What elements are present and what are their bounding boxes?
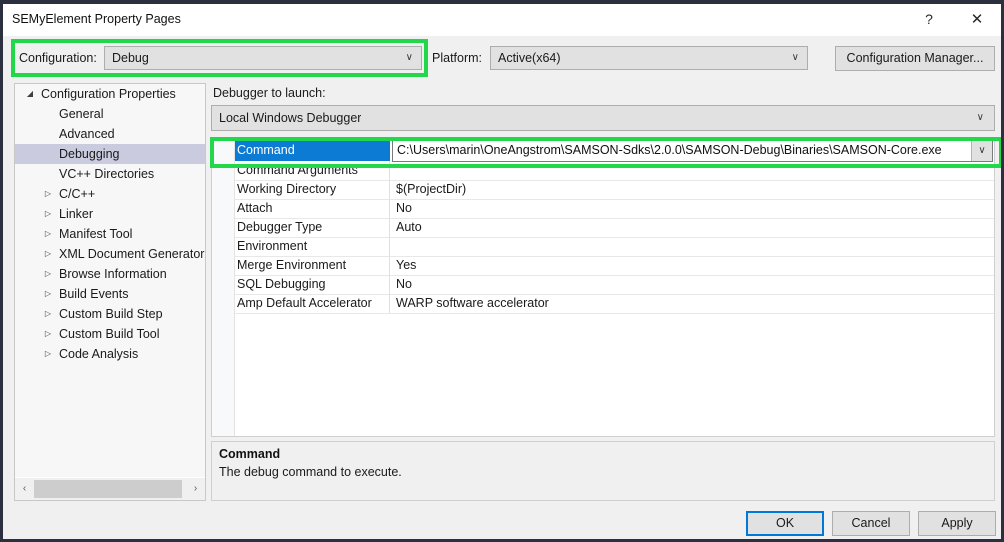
sidebar-item-label: Linker bbox=[59, 204, 93, 224]
sidebar-item-custom-build-tool[interactable]: ▷Custom Build Tool bbox=[15, 324, 205, 344]
property-row[interactable]: Merge EnvironmentYes bbox=[235, 256, 994, 276]
scroll-left-icon[interactable]: ‹ bbox=[16, 478, 33, 500]
tree-expanded-icon[interactable]: ◢ bbox=[23, 84, 37, 104]
sidebar-item-label: Custom Build Step bbox=[59, 304, 163, 324]
scroll-right-icon[interactable]: › bbox=[187, 478, 204, 500]
configuration-dropdown[interactable]: Debug ∨ bbox=[104, 46, 422, 70]
tree-collapsed-icon[interactable]: ▷ bbox=[41, 184, 55, 204]
sidebar-item-manifest-tool[interactable]: ▷Manifest Tool bbox=[15, 224, 205, 244]
sidebar-item-configuration-properties[interactable]: ◢Configuration Properties bbox=[15, 84, 205, 104]
command-value-input[interactable]: C:\Users\marin\OneAngstrom\SAMSON-Sdks\2… bbox=[397, 140, 968, 161]
description-title: Command bbox=[219, 447, 280, 461]
property-grid-gutter bbox=[212, 140, 235, 436]
configuration-label: Configuration: bbox=[19, 51, 97, 65]
sidebar-item-label: Configuration Properties bbox=[41, 84, 176, 104]
debugger-to-launch-label: Debugger to launch: bbox=[213, 86, 326, 100]
property-name[interactable]: Command Arguments bbox=[235, 161, 390, 180]
property-row[interactable]: Command C:\Users\marin\OneAngstrom\SAMSON… bbox=[235, 140, 994, 161]
platform-label: Platform: bbox=[432, 51, 482, 65]
property-value[interactable] bbox=[392, 237, 994, 256]
debugger-to-launch-value: Local Windows Debugger bbox=[219, 106, 361, 130]
sidebar-item-c-c[interactable]: ▷C/C++ bbox=[15, 184, 205, 204]
property-value[interactable]: Auto bbox=[392, 218, 994, 237]
window-title: SEMyElement Property Pages bbox=[12, 12, 181, 26]
sidebar-item-vc-directories[interactable]: VC++ Directories bbox=[15, 164, 205, 184]
sidebar-item-code-analysis[interactable]: ▷Code Analysis bbox=[15, 344, 205, 364]
title-bar: SEMyElement Property Pages ? ✕ bbox=[3, 4, 1001, 36]
property-row[interactable]: Environment bbox=[235, 237, 994, 257]
property-row[interactable]: Debugger TypeAuto bbox=[235, 218, 994, 238]
sidebar-item-label: Debugging bbox=[59, 144, 119, 164]
property-row[interactable]: Working Directory$(ProjectDir) bbox=[235, 180, 994, 200]
property-name[interactable]: Debugger Type bbox=[235, 218, 390, 237]
cancel-button[interactable]: Cancel bbox=[832, 511, 910, 536]
property-value[interactable]: No bbox=[392, 275, 994, 294]
sidebar-item-custom-build-step[interactable]: ▷Custom Build Step bbox=[15, 304, 205, 324]
sidebar-item-general[interactable]: General bbox=[15, 104, 205, 124]
configuration-tree-panel: ◢Configuration PropertiesGeneralAdvanced… bbox=[14, 83, 206, 501]
debugger-to-launch-dropdown[interactable]: Local Windows Debugger ∨ bbox=[211, 105, 995, 131]
configuration-manager-button[interactable]: Configuration Manager... bbox=[835, 46, 995, 71]
property-value[interactable]: No bbox=[392, 199, 994, 218]
description-text: The debug command to execute. bbox=[219, 465, 402, 479]
platform-dropdown[interactable]: Active(x64) ∨ bbox=[490, 46, 808, 70]
close-icon[interactable]: ✕ bbox=[955, 4, 999, 35]
property-row[interactable]: Amp Default AcceleratorWARP software acc… bbox=[235, 294, 994, 314]
sidebar-item-build-events[interactable]: ▷Build Events bbox=[15, 284, 205, 304]
property-name[interactable]: SQL Debugging bbox=[235, 275, 390, 294]
ok-button[interactable]: OK bbox=[746, 511, 824, 536]
tree-collapsed-icon[interactable]: ▷ bbox=[41, 264, 55, 284]
tree-collapsed-icon[interactable]: ▷ bbox=[41, 204, 55, 224]
sidebar-item-label: Manifest Tool bbox=[59, 224, 132, 244]
property-name[interactable]: Environment bbox=[235, 237, 390, 256]
sidebar-item-debugging[interactable]: Debugging bbox=[15, 144, 205, 164]
property-name[interactable]: Command bbox=[235, 140, 390, 161]
property-row[interactable]: Command Arguments bbox=[235, 161, 994, 181]
description-pane: Command The debug command to execute. bbox=[211, 441, 995, 501]
tree-collapsed-icon[interactable]: ▷ bbox=[41, 224, 55, 244]
configuration-value: Debug bbox=[112, 47, 149, 69]
sidebar-item-browse-information[interactable]: ▷Browse Information bbox=[15, 264, 205, 284]
sidebar-item-label: Custom Build Tool bbox=[59, 324, 160, 344]
property-value[interactable]: WARP software accelerator bbox=[392, 294, 994, 313]
command-value-editor[interactable]: C:\Users\marin\OneAngstrom\SAMSON-Sdks\2… bbox=[392, 139, 993, 162]
sidebar-item-label: General bbox=[59, 104, 103, 124]
property-value[interactable] bbox=[392, 161, 994, 180]
property-value[interactable]: $(ProjectDir) bbox=[392, 180, 994, 199]
chevron-down-icon: ∨ bbox=[977, 106, 984, 130]
property-row[interactable]: AttachNo bbox=[235, 199, 994, 219]
property-name[interactable]: Attach bbox=[235, 199, 390, 218]
sidebar-item-label: Browse Information bbox=[59, 264, 167, 284]
tree-collapsed-icon[interactable]: ▷ bbox=[41, 244, 55, 264]
property-grid: Command C:\Users\marin\OneAngstrom\SAMSON… bbox=[211, 139, 995, 437]
property-name[interactable]: Merge Environment bbox=[235, 256, 390, 275]
sidebar-item-label: C/C++ bbox=[59, 184, 95, 204]
tree-collapsed-icon[interactable]: ▷ bbox=[41, 344, 55, 364]
sidebar-item-label: VC++ Directories bbox=[59, 164, 154, 184]
tree-horizontal-scrollbar[interactable]: ‹ › bbox=[15, 477, 205, 500]
sidebar-item-advanced[interactable]: Advanced bbox=[15, 124, 205, 144]
property-row[interactable]: SQL DebuggingNo bbox=[235, 275, 994, 295]
chevron-down-icon: ∨ bbox=[406, 47, 413, 69]
tree-collapsed-icon[interactable]: ▷ bbox=[41, 304, 55, 324]
property-name[interactable]: Working Directory bbox=[235, 180, 390, 199]
sidebar-item-label: Code Analysis bbox=[59, 344, 138, 364]
help-icon[interactable]: ? bbox=[907, 4, 951, 35]
chevron-down-icon[interactable]: ∨ bbox=[971, 140, 992, 161]
platform-value: Active(x64) bbox=[498, 47, 561, 69]
scrollbar-thumb[interactable] bbox=[34, 480, 182, 498]
sidebar-item-linker[interactable]: ▷Linker bbox=[15, 204, 205, 224]
apply-button[interactable]: Apply bbox=[918, 511, 996, 536]
chevron-down-icon: ∨ bbox=[792, 47, 799, 69]
sidebar-item-label: Build Events bbox=[59, 284, 128, 304]
property-name[interactable]: Amp Default Accelerator bbox=[235, 294, 390, 313]
sidebar-item-xml-document-generator[interactable]: ▷XML Document Generator bbox=[15, 244, 205, 264]
sidebar-item-label: XML Document Generator bbox=[59, 244, 204, 264]
property-pages-dialog: SEMyElement Property Pages ? ✕ Configura… bbox=[0, 0, 1004, 542]
tree-collapsed-icon[interactable]: ▷ bbox=[41, 284, 55, 304]
configuration-tree: ◢Configuration PropertiesGeneralAdvanced… bbox=[15, 84, 205, 477]
tree-collapsed-icon[interactable]: ▷ bbox=[41, 324, 55, 344]
sidebar-item-label: Advanced bbox=[59, 124, 115, 144]
property-value[interactable]: Yes bbox=[392, 256, 994, 275]
